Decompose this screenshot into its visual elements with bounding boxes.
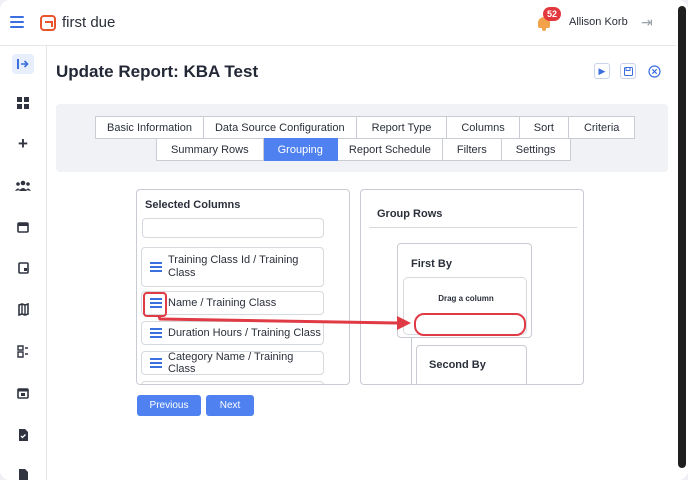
app-window: first due 52 Allison Korb ⇥ + Update Rep… — [0, 0, 688, 480]
annotation-arrow — [157, 315, 411, 330]
scrollbar-thumb[interactable] — [678, 6, 686, 468]
